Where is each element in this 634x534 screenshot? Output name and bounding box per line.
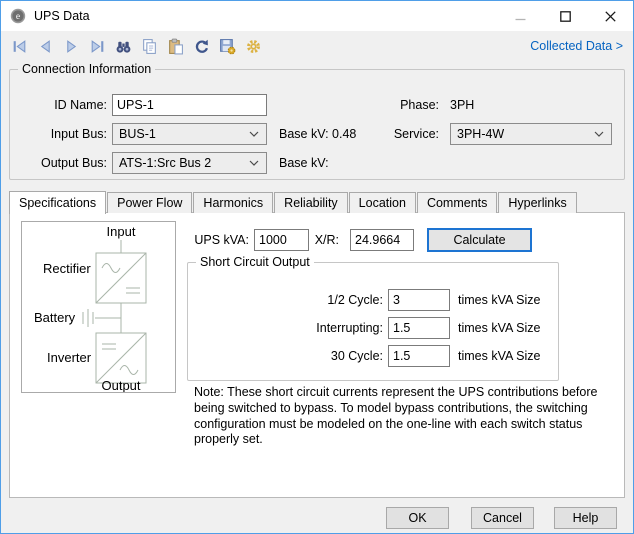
diagram-battery-label: Battery	[34, 310, 76, 325]
phase-value: 3PH	[450, 94, 474, 116]
diagram-inverter-label: Inverter	[47, 350, 92, 365]
tab-power-flow[interactable]: Power Flow	[107, 192, 192, 213]
chevron-down-icon	[249, 160, 259, 166]
diagram-output-label: Output	[101, 378, 140, 392]
base-kv-input-label: Base kV:	[279, 127, 329, 141]
thirty-cycle-label: 30 Cycle:	[208, 345, 383, 367]
cancel-button[interactable]: Cancel	[471, 507, 534, 529]
base-kv-output-row: Base kV:	[279, 152, 332, 174]
half-cycle-input[interactable]	[388, 289, 450, 311]
first-record-icon[interactable]	[11, 38, 28, 55]
interrupting-label: Interrupting:	[208, 317, 383, 339]
tab-comments[interactable]: Comments	[417, 192, 497, 213]
close-button[interactable]	[588, 1, 633, 31]
title-bar: e UPS Data	[1, 1, 633, 31]
service-label: Service:	[340, 123, 439, 145]
output-bus-select[interactable]: ATS-1:Src Bus 2	[112, 152, 267, 174]
window-title: UPS Data	[34, 9, 90, 23]
ok-button[interactable]: OK	[386, 507, 449, 529]
input-bus-label: Input Bus:	[10, 123, 107, 145]
diagram-input-label: Input	[107, 224, 136, 239]
tab-harmonics[interactable]: Harmonics	[193, 192, 273, 213]
tab-hyperlinks[interactable]: Hyperlinks	[498, 192, 576, 213]
tab-bar: Specifications Power Flow Harmonics Reli…	[9, 190, 578, 213]
minimize-button[interactable]	[498, 1, 543, 31]
app-icon: e	[10, 8, 26, 24]
help-button[interactable]: Help	[554, 507, 617, 529]
calculate-button[interactable]: Calculate	[427, 228, 532, 252]
find-icon[interactable]	[115, 38, 132, 55]
undo-icon[interactable]	[193, 38, 210, 55]
service-select[interactable]: 3PH-4W	[450, 123, 612, 145]
ups-kva-label: UPS kVA:	[170, 229, 249, 251]
input-bus-select[interactable]: BUS-1	[112, 123, 267, 145]
svg-text:e: e	[16, 12, 20, 22]
diagram-rectifier-label: Rectifier	[43, 261, 91, 276]
thirty-cycle-input[interactable]	[388, 345, 450, 367]
thirty-cycle-suffix: times kVA Size	[458, 345, 540, 367]
previous-icon[interactable]	[37, 38, 54, 55]
paste-icon[interactable]	[167, 38, 184, 55]
interrupting-suffix: times kVA Size	[458, 317, 540, 339]
specifications-page: Input Rectifier Battery Inverter Output …	[9, 212, 625, 498]
xr-label: X/R:	[290, 229, 339, 251]
note-text: Note: These short circuit currents repre…	[194, 385, 608, 448]
tab-reliability[interactable]: Reliability	[274, 192, 348, 213]
chevron-down-icon	[594, 131, 604, 137]
tab-specifications[interactable]: Specifications	[9, 191, 106, 214]
id-name-label: ID Name:	[10, 94, 107, 116]
connection-information-group: Connection Information ID Name: Phase: 3…	[9, 69, 625, 180]
save-options-icon[interactable]	[219, 38, 236, 55]
collected-data-link[interactable]: Collected Data >	[530, 39, 623, 53]
output-bus-label: Output Bus:	[10, 152, 107, 174]
tab-location[interactable]: Location	[349, 192, 416, 213]
options-icon[interactable]	[245, 38, 262, 55]
interrupting-input[interactable]	[388, 317, 450, 339]
short-circuit-output-legend: Short Circuit Output	[196, 255, 314, 270]
ups-data-dialog: e UPS Data	[0, 0, 634, 534]
half-cycle-label: 1/2 Cycle:	[208, 289, 383, 311]
copy-icon[interactable]	[141, 38, 158, 55]
next-icon[interactable]	[63, 38, 80, 55]
base-kv-output-label: Base kV:	[279, 156, 329, 170]
connection-information-legend: Connection Information	[18, 62, 155, 77]
phase-label: Phase:	[340, 94, 439, 116]
toolbar: Collected Data >	[1, 31, 633, 61]
xr-input[interactable]	[350, 229, 414, 251]
id-name-input[interactable]	[112, 94, 267, 116]
chevron-down-icon	[249, 131, 259, 137]
last-record-icon[interactable]	[89, 38, 106, 55]
half-cycle-suffix: times kVA Size	[458, 289, 540, 311]
ups-diagram: Input Rectifier Battery Inverter Output	[21, 221, 176, 393]
maximize-button[interactable]	[543, 1, 588, 31]
short-circuit-output-group: Short Circuit Output 1/2 Cycle: times kV…	[187, 262, 559, 381]
